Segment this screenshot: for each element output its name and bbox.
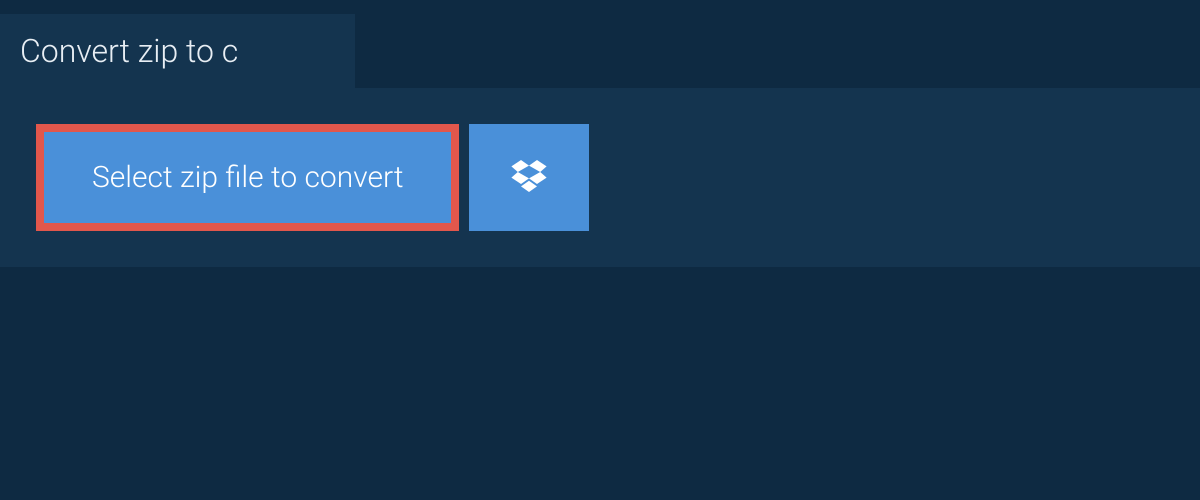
button-row: Select zip file to convert xyxy=(36,124,1164,231)
select-file-label: Select zip file to convert xyxy=(92,160,403,195)
dropbox-button[interactable] xyxy=(469,124,589,231)
select-file-button[interactable]: Select zip file to convert xyxy=(36,124,459,231)
content-area: Select zip file to convert xyxy=(0,88,1200,267)
tab-header: Convert zip to c xyxy=(0,14,355,88)
dropbox-icon xyxy=(509,156,549,200)
tab-title: Convert zip to c xyxy=(20,32,238,70)
